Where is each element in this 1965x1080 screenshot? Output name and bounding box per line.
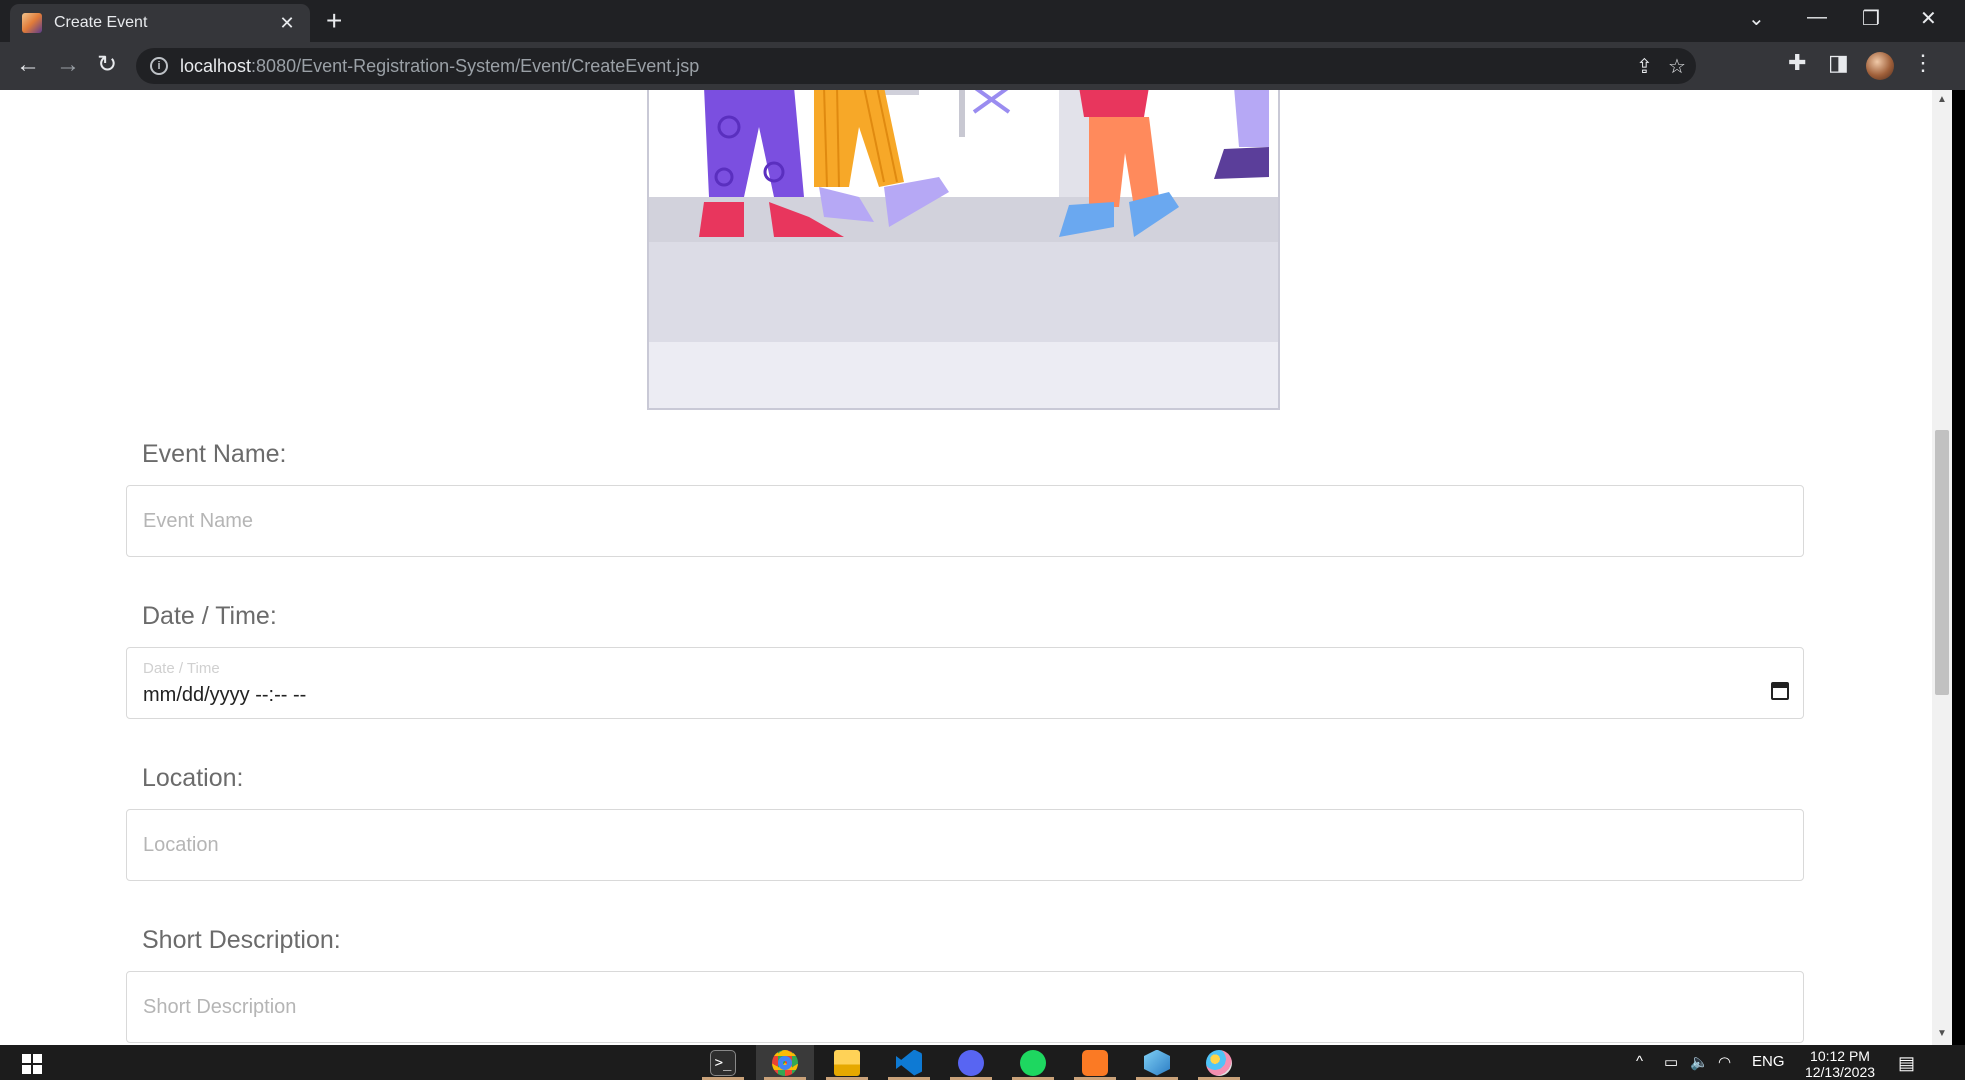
battery-icon[interactable]: ▭ bbox=[1664, 1053, 1678, 1071]
volume-icon[interactable]: 🔈 bbox=[1690, 1053, 1709, 1071]
windows-start-icon[interactable] bbox=[22, 1054, 42, 1074]
date-time-value: mm/dd/yyyy --:-- -- bbox=[143, 684, 307, 706]
site-info-icon[interactable]: i bbox=[150, 57, 168, 75]
extensions-puzzle-icon[interactable]: ✚ bbox=[1788, 50, 1806, 76]
minimize-icon[interactable]: — bbox=[1807, 6, 1827, 29]
chrome-icon[interactable] bbox=[756, 1045, 814, 1080]
event-name-placeholder: Event Name bbox=[143, 510, 254, 532]
scroll-up-arrow-icon[interactable]: ▲ bbox=[1937, 94, 1947, 105]
side-panel-icon[interactable]: ◨ bbox=[1828, 50, 1849, 76]
short-description-input[interactable]: Short Description bbox=[126, 971, 1804, 1043]
screen-edge bbox=[1952, 90, 1965, 1045]
terminal-icon[interactable]: >_ bbox=[694, 1045, 752, 1080]
forward-arrow-icon[interactable]: → bbox=[56, 52, 80, 78]
discord-icon[interactable] bbox=[942, 1045, 1000, 1080]
event-name-input[interactable]: Event Name bbox=[126, 485, 1804, 557]
share-icon[interactable]: ⇪ bbox=[1636, 54, 1653, 79]
calendar-icon[interactable] bbox=[1771, 682, 1789, 700]
window-close-icon[interactable]: ✕ bbox=[1920, 6, 1937, 31]
language-indicator[interactable]: ENG bbox=[1752, 1053, 1785, 1070]
vscode-icon[interactable] bbox=[880, 1045, 938, 1080]
xampp-icon[interactable] bbox=[1066, 1045, 1124, 1080]
system-clock[interactable]: 10:12 PM 12/13/2023 bbox=[1795, 1048, 1885, 1080]
short-description-placeholder: Short Description bbox=[143, 996, 297, 1018]
paint-icon[interactable] bbox=[1190, 1045, 1248, 1080]
scroll-down-arrow-icon[interactable]: ▼ bbox=[1937, 1028, 1947, 1039]
virtualbox-icon[interactable] bbox=[1128, 1045, 1186, 1080]
url-host: localhost bbox=[180, 55, 252, 76]
people-walking-illustration bbox=[649, 90, 1278, 408]
clock-time: 10:12 PM bbox=[1810, 1048, 1870, 1064]
location-placeholder: Location bbox=[143, 834, 219, 856]
location-input[interactable]: Location bbox=[126, 809, 1804, 881]
date-time-input[interactable]: Date / Time mm/dd/yyyy --:-- -- bbox=[126, 647, 1804, 719]
location-label: Location: bbox=[142, 764, 244, 792]
url-path: :8080/Event-Registration-System/Event/Cr… bbox=[251, 55, 700, 76]
page-scrollbar[interactable]: ▲ ▼ bbox=[1932, 90, 1952, 1045]
restore-icon[interactable]: ❐ bbox=[1862, 6, 1880, 31]
notification-center-icon[interactable]: ▤ bbox=[1898, 1053, 1915, 1074]
date-time-placeholder: Date / Time bbox=[143, 660, 220, 677]
close-icon[interactable]: ✕ bbox=[276, 13, 298, 34]
profile-avatar[interactable] bbox=[1866, 52, 1894, 80]
short-description-label: Short Description: bbox=[142, 926, 341, 954]
back-arrow-icon[interactable]: ← bbox=[16, 52, 40, 78]
windows-taskbar: >_ ^ ▭ 🔈 ◠ ENG 10:12 PM 12/13/2023 ▤ bbox=[0, 1045, 1965, 1080]
chevron-up-icon[interactable]: ^ bbox=[1636, 1053, 1643, 1070]
tab-favicon-icon bbox=[22, 13, 42, 33]
browser-tabstrip: Create Event ✕ + ⌄ — ❐ ✕ bbox=[0, 0, 1965, 42]
menu-kebab-icon[interactable]: ⋮ bbox=[1912, 50, 1934, 76]
spotify-icon[interactable] bbox=[1004, 1045, 1062, 1080]
tab-create-event[interactable]: Create Event ✕ bbox=[10, 4, 310, 42]
clock-date: 12/13/2023 bbox=[1804, 1064, 1876, 1080]
scrollbar-thumb[interactable] bbox=[1935, 430, 1949, 695]
browser-toolbar: ← → ↻ i localhost:8080/Event-Registratio… bbox=[0, 42, 1965, 90]
address-bar[interactable]: i localhost:8080/Event-Registration-Syst… bbox=[136, 48, 1696, 84]
reload-icon[interactable]: ↻ bbox=[97, 52, 117, 78]
wifi-icon[interactable]: ◠ bbox=[1718, 1053, 1731, 1071]
event-illustration bbox=[647, 90, 1280, 410]
chevron-down-icon[interactable]: ⌄ bbox=[1748, 6, 1765, 31]
file-explorer-icon[interactable] bbox=[818, 1045, 876, 1080]
tab-title: Create Event bbox=[54, 14, 148, 31]
date-time-label: Date / Time: bbox=[142, 602, 277, 630]
bookmark-star-icon[interactable]: ☆ bbox=[1668, 54, 1686, 79]
event-name-label: Event Name: bbox=[142, 440, 287, 468]
page-viewport: Event Name: Event Name Date / Time: Date… bbox=[0, 90, 1932, 1045]
new-tab-icon[interactable]: + bbox=[326, 7, 342, 35]
